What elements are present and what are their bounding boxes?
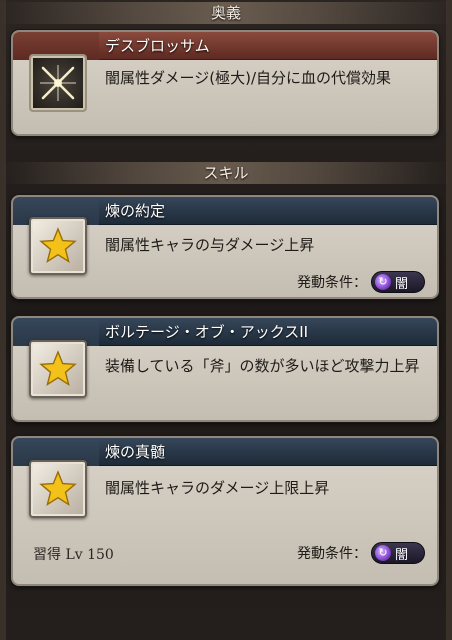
skill-name: 煉の真髄: [99, 438, 437, 466]
skill-section-header: スキル: [0, 162, 452, 184]
skill-card[interactable]: ボルテージ・オブ・アックスII 装備している「斧」の数が多いほど攻撃力上昇: [11, 316, 439, 422]
ougi-card[interactable]: デスブロッサム 闇属性ダメージ(極大)/自分に血の代償効果: [11, 30, 439, 136]
activation-condition: 発動条件： ↻ 闇: [297, 271, 425, 293]
star-icon: [29, 217, 87, 275]
skill-description: 装備している「斧」の数が多いほど攻撃力上昇: [105, 357, 420, 375]
element-badge: ↻ 闇: [371, 271, 425, 293]
skill-card[interactable]: 煉の約定 闇属性キャラの与ダメージ上昇 発動条件： ↻ 闇: [11, 195, 439, 299]
dark-element-icon: ↻: [375, 274, 391, 290]
ougi-description: 闇属性ダメージ(極大)/自分に血の代償効果: [105, 69, 392, 87]
ougi-section-header: 奥義: [0, 2, 452, 24]
skill-name: ボルテージ・オブ・アックスII: [99, 318, 437, 346]
element-badge: ↻ 闇: [371, 542, 425, 564]
element-label: 闇: [395, 276, 409, 292]
skill-card[interactable]: 煉の真髄 闇属性キャラのダメージ上限上昇 習得 Lv 150 発動条件： ↻ 闇: [11, 436, 439, 586]
crossed-swords-icon: [29, 54, 87, 112]
star-icon: [29, 460, 87, 518]
activation-condition: 発動条件： ↻ 闇: [297, 542, 425, 564]
ougi-name: デスブロッサム: [99, 32, 437, 60]
dark-element-icon: ↻: [375, 545, 391, 561]
skill-description: 闇属性キャラのダメージ上限上昇: [105, 479, 330, 497]
condition-label: 発動条件：: [297, 275, 367, 291]
condition-label: 発動条件：: [297, 546, 367, 562]
learn-level: 習得 Lv 150: [33, 547, 114, 563]
element-label: 闇: [395, 547, 409, 563]
star-icon: [29, 340, 87, 398]
skill-description: 闇属性キャラの与ダメージ上昇: [105, 236, 315, 254]
skill-name: 煉の約定: [99, 197, 437, 225]
